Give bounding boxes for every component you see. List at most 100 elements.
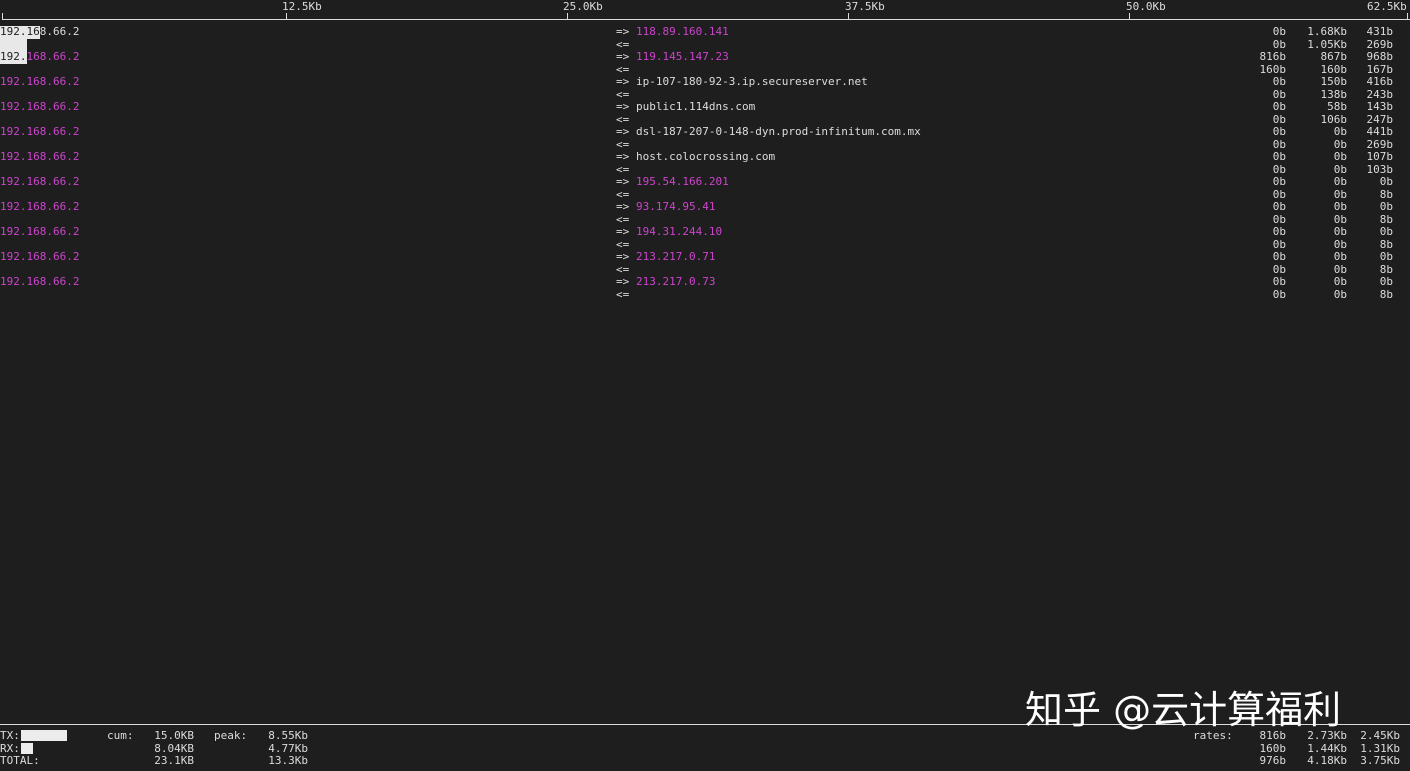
rate-tx-40s: 2.45Kb (1360, 729, 1400, 742)
cum-label: cum: (107, 729, 134, 742)
source-host: 192.168.66.2 (0, 100, 80, 113)
destination-host: 118.89.160.141 (636, 25, 729, 38)
rate-total-2s: 976b (1259, 754, 1287, 767)
scale-label-12-5: 12.5Kb (282, 0, 322, 13)
source-host: 192.168.66.2 (0, 75, 80, 88)
tx-total-bar (21, 730, 67, 741)
cum-tx-value: 15.0KB (154, 729, 194, 742)
tx-rate-40s: 441b (1366, 125, 1394, 138)
tx-rate-10s: 0b (1333, 175, 1347, 188)
tx-label: TX: (0, 729, 20, 742)
tx-rate-2s: 0b (1272, 200, 1286, 213)
tx-rate-40s: 0b (1379, 200, 1393, 213)
source-host: 192.168.66.2 (0, 25, 80, 38)
rx-rate-2s: 0b (1272, 287, 1286, 301)
tx-rate-40s: 143b (1366, 100, 1394, 113)
scale-label-25: 25.0Kb (563, 0, 603, 13)
connection-row-in: <= 0b 0b 8b (0, 287, 1410, 302)
connection-row-out: 192.168.66.2 => ip-107-180-92-3.ip.secures… (0, 75, 1410, 89)
tx-rate-2s: 0b (1272, 100, 1286, 113)
tx-rate-2s: 0b (1272, 275, 1286, 288)
arrow-in: <= (616, 287, 630, 301)
arrow-out: => (616, 225, 630, 238)
arrow-out: => (616, 200, 630, 213)
scale-tick (1407, 13, 1408, 20)
connection-row-out: 192.168.66.2 => 194.31.244.10 0b 0b 0b (0, 225, 1410, 239)
watermark-text: 知乎 @云计算福利 (1025, 688, 1342, 732)
tx-rate-10s: 1.68Kb (1307, 25, 1347, 38)
arrow-out: => (616, 275, 630, 288)
tx-rate-40s: 0b (1379, 250, 1393, 263)
scale-tick (848, 13, 849, 20)
destination-host: 213.217.0.71 (636, 250, 716, 263)
rate-total-40s: 3.75Kb (1360, 754, 1400, 767)
tx-rate-10s: 0b (1333, 275, 1347, 288)
tx-rate-2s: 0b (1272, 225, 1286, 238)
destination-host: ip-107-180-92-3.ip.secureserver.net (636, 75, 868, 88)
tx-rate-2s: 0b (1272, 250, 1286, 263)
destination-host: 195.54.166.201 (636, 175, 729, 188)
tx-rate-10s: 0b (1333, 250, 1347, 263)
connection-row-out: 192.168.66.2 => host.colocrossing.com 0b 0b 1… (0, 150, 1410, 164)
scale-tick-origin (2, 13, 3, 20)
tx-rate-10s: 0b (1333, 150, 1347, 163)
scale-label-62-5: 62.5Kb (1367, 0, 1407, 13)
tx-rate-40s: 0b (1379, 225, 1393, 238)
cum-total-value: 23.1KB (154, 754, 194, 767)
peak-total-value: 13.3Kb (268, 754, 308, 767)
tx-rate-2s: 0b (1272, 175, 1286, 188)
total-label: TOTAL: (0, 754, 40, 767)
connection-row-out: 192.168.66.2 => 213.217.0.73 0b 0b 0b (0, 275, 1410, 289)
tx-rate-10s: 150b (1320, 75, 1348, 88)
tx-rate-40s: 431b (1366, 25, 1394, 38)
arrow-out: => (616, 125, 630, 138)
arrow-out: => (616, 250, 630, 263)
bandwidth-scale: 12.5Kb 25.0Kb 37.5Kb 50.0Kb 62.5Kb (0, 0, 1410, 22)
connection-row-out: 192.168.66.2 => 195.54.166.201 0b 0b 0b (0, 175, 1410, 189)
rx-total-bar (21, 743, 33, 754)
destination-host: host.colocrossing.com (636, 150, 776, 163)
rx-rate-10s: 0b (1333, 287, 1347, 301)
tx-rate-40s: 107b (1366, 150, 1394, 163)
tx-rate-40s: 0b (1379, 175, 1393, 188)
source-host: 192.168.66.2 (0, 275, 80, 288)
source-host: 192.168.66.2 (0, 50, 80, 63)
tx-rate-2s: 0b (1272, 125, 1286, 138)
arrow-out: => (616, 175, 630, 188)
destination-host: 93.174.95.41 (636, 200, 716, 213)
source-host: 192.168.66.2 (0, 150, 80, 163)
connection-row-out: 192.168.66.2 => 213.217.0.71 0b 0b 0b (0, 250, 1410, 264)
tx-rate-40s: 968b (1366, 50, 1394, 63)
source-host: 192.168.66.2 (0, 175, 80, 188)
peak-tx-value: 8.55Kb (268, 729, 308, 742)
scale-tick (1129, 13, 1130, 20)
tx-rate-10s: 58b (1327, 100, 1347, 113)
destination-host: dsl-187-207-0-148-dyn.prod-infinitum.com… (636, 125, 921, 138)
scale-label-37-5: 37.5Kb (845, 0, 885, 13)
scale-tick (286, 13, 287, 20)
connection-row-out: 192.168.66.2 => 118.89.160.141 0b 1.68Kb 431b (0, 25, 1410, 39)
tx-rate-2s: 0b (1272, 150, 1286, 163)
tx-rate-10s: 0b (1333, 125, 1347, 138)
connection-row-out: 192.168.66.2 => 93.174.95.41 0b 0b 0b (0, 200, 1410, 214)
connection-row-out: 192.168.66.2 => 119.145.147.23 816b 867b 968b (0, 50, 1410, 64)
tx-rate-2s: 816b (1259, 50, 1287, 63)
arrow-out: => (616, 50, 630, 63)
tx-rate-40s: 416b (1366, 75, 1394, 88)
arrow-out: => (616, 150, 630, 163)
connection-row-out: 192.168.66.2 => dsl-187-207-0-148-dyn.prod… (0, 125, 1410, 139)
source-host: 192.168.66.2 (0, 200, 80, 213)
tx-rate-10s: 867b (1320, 50, 1348, 63)
source-host: 192.168.66.2 (0, 225, 80, 238)
arrow-out: => (616, 100, 630, 113)
tx-rate-10s: 0b (1333, 225, 1347, 238)
arrow-out: => (616, 25, 630, 38)
arrow-out: => (616, 75, 630, 88)
peak-label: peak: (214, 729, 248, 742)
destination-host: 119.145.147.23 (636, 50, 729, 63)
rate-total-10s: 4.18Kb (1307, 754, 1347, 767)
source-host: 192.168.66.2 (0, 125, 80, 138)
tx-rate-2s: 0b (1272, 25, 1286, 38)
rx-rate-40s: 8b (1379, 287, 1393, 301)
scale-axis-line (2, 19, 1410, 20)
